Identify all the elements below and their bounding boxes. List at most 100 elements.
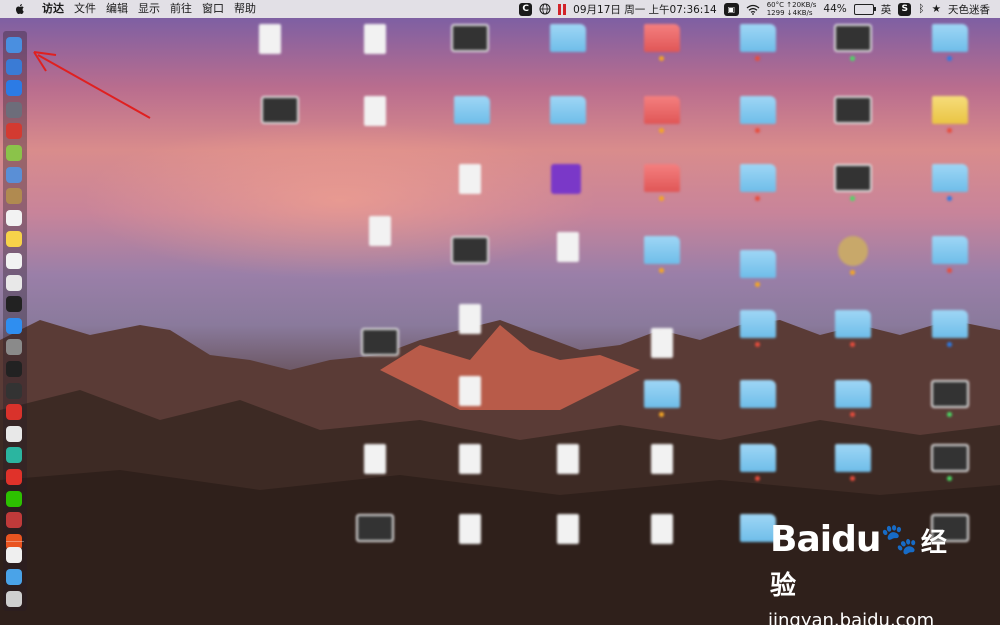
desktop-item[interactable] <box>345 24 405 56</box>
weibo-icon[interactable] <box>6 469 22 485</box>
desktop-item[interactable] <box>632 514 692 546</box>
desktop-item[interactable] <box>440 304 500 336</box>
user-name[interactable]: 天色迷香 <box>948 2 990 17</box>
desktop-item[interactable] <box>823 310 883 348</box>
menu-app-name[interactable]: 访达 <box>42 0 74 18</box>
input-method[interactable]: 英 <box>881 2 892 17</box>
dock-separator <box>6 541 24 542</box>
desktop-item[interactable] <box>632 328 692 360</box>
notes-icon[interactable] <box>6 231 22 247</box>
desktop-item[interactable] <box>240 24 300 56</box>
desktop-item[interactable] <box>632 96 692 134</box>
wifi-icon[interactable] <box>746 4 760 15</box>
desktop-item[interactable] <box>728 24 788 62</box>
star-icon[interactable]: ★ <box>932 3 941 15</box>
document-icon[interactable] <box>6 547 22 563</box>
menu-file[interactable]: 文件 <box>74 0 106 18</box>
menu-window[interactable]: 窗口 <box>202 0 234 18</box>
desktop-item[interactable] <box>632 164 692 202</box>
chrome-icon[interactable] <box>6 59 22 75</box>
desktop-item[interactable] <box>538 444 598 476</box>
app-store-icon[interactable] <box>6 318 22 334</box>
system-preferences-icon[interactable] <box>6 339 22 355</box>
app-green-icon[interactable] <box>6 447 22 463</box>
desktop-item[interactable] <box>538 96 598 126</box>
desktop-item[interactable] <box>440 24 500 54</box>
vivaldi-icon[interactable] <box>6 404 22 420</box>
network-monitor[interactable]: 60°C ↑20KB/s 1299 ↓4KB/s <box>767 1 817 17</box>
terminal-icon[interactable] <box>6 296 22 312</box>
apple-icon[interactable] <box>14 3 26 15</box>
desktop-item[interactable] <box>440 444 500 476</box>
desktop-item[interactable] <box>442 96 502 126</box>
desktop-item[interactable] <box>823 96 883 126</box>
archive-icon[interactable] <box>6 188 22 204</box>
activity-monitor-icon[interactable] <box>6 361 22 377</box>
desktop-item[interactable] <box>536 164 596 196</box>
bluetooth-icon[interactable]: ᛒ <box>918 3 924 15</box>
c-app-icon[interactable]: C <box>519 2 533 16</box>
desktop-item[interactable] <box>823 444 883 482</box>
desktop-item[interactable] <box>440 376 500 408</box>
calendar-icon[interactable] <box>6 210 22 226</box>
menu-help[interactable]: 帮助 <box>234 0 266 18</box>
desktop-item[interactable] <box>823 236 883 276</box>
desktop-item[interactable] <box>920 310 980 348</box>
desktop-item[interactable] <box>538 232 598 264</box>
menu-go[interactable]: 前往 <box>170 0 202 18</box>
desktop-item[interactable] <box>728 96 788 134</box>
desktop-item[interactable] <box>920 444 980 482</box>
downloads-folder-icon[interactable] <box>6 569 22 585</box>
android-icon[interactable] <box>6 145 22 161</box>
menu-view[interactable]: 显示 <box>138 0 170 18</box>
netease-music-icon[interactable] <box>6 123 22 139</box>
launchpad-icon[interactable] <box>6 102 22 118</box>
photos-icon[interactable] <box>6 275 22 291</box>
screenshot-icon[interactable]: ▣ <box>723 2 739 16</box>
reminders-icon[interactable] <box>6 253 22 269</box>
trash-icon[interactable] <box>6 591 22 607</box>
desktop-item[interactable] <box>920 24 980 62</box>
desktop-item[interactable] <box>920 96 980 134</box>
desktop-item[interactable] <box>728 444 788 482</box>
wechat-icon[interactable] <box>6 491 22 507</box>
desktop-item[interactable] <box>345 96 405 128</box>
desktop-item[interactable] <box>920 236 980 274</box>
parallels-icon[interactable] <box>558 3 567 15</box>
desktop-item[interactable] <box>920 380 980 418</box>
globe-icon[interactable] <box>539 3 551 15</box>
desktop-item[interactable] <box>440 514 500 546</box>
desktop-item[interactable] <box>823 24 883 62</box>
sogou-icon[interactable]: S <box>898 2 912 16</box>
desktop-item[interactable] <box>538 514 598 546</box>
desktop-item[interactable] <box>920 164 980 202</box>
desktop-item[interactable] <box>632 380 692 418</box>
desktop-item[interactable] <box>250 96 310 126</box>
safari-icon[interactable] <box>6 80 22 96</box>
yandex-icon[interactable] <box>6 426 22 442</box>
menu-edit[interactable]: 编辑 <box>106 0 138 18</box>
desktop-item[interactable] <box>632 236 692 274</box>
desktop-item[interactable] <box>538 24 598 54</box>
datetime-status[interactable]: 09月17日 周一 上午07:36:14 <box>573 2 717 17</box>
desktop-item[interactable] <box>728 250 788 288</box>
battery-icon[interactable] <box>853 3 876 15</box>
desktop-item[interactable] <box>350 328 410 358</box>
console-icon[interactable] <box>6 383 22 399</box>
desktop-item[interactable] <box>632 24 692 62</box>
desktop-item[interactable] <box>345 444 405 476</box>
desktop-item[interactable] <box>440 164 500 196</box>
desktop-item[interactable] <box>350 216 410 248</box>
desktop-item[interactable] <box>728 164 788 202</box>
xcode-icon[interactable] <box>6 512 22 528</box>
desktop-item[interactable] <box>440 236 500 266</box>
desktop-item[interactable] <box>345 514 405 544</box>
finder-icon[interactable] <box>6 37 22 53</box>
desktop-item[interactable] <box>728 310 788 348</box>
battery-percent[interactable]: 44% <box>823 3 846 15</box>
desktop-item[interactable] <box>632 444 692 476</box>
desktop-item[interactable] <box>823 164 883 202</box>
desktop-item[interactable] <box>728 380 788 410</box>
desktop-item[interactable] <box>823 380 883 418</box>
preview-icon[interactable] <box>6 167 22 183</box>
